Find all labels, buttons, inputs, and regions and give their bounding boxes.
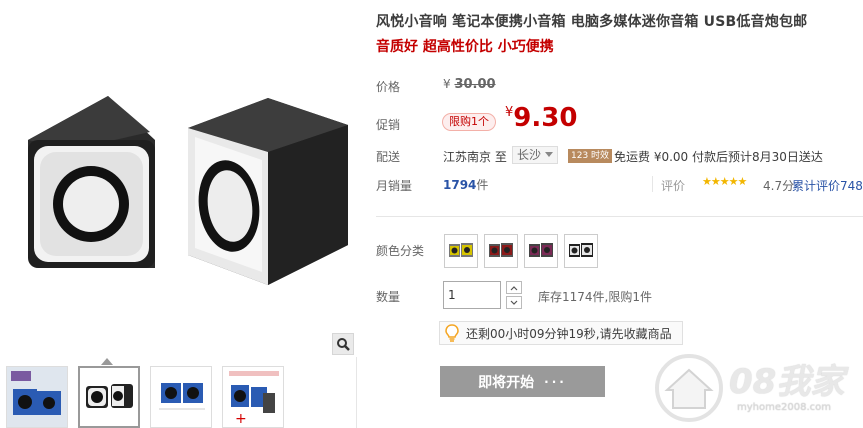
limit-tag-badge: 限购1个: [442, 113, 496, 131]
swatch-yellow-image: [449, 243, 473, 257]
promo-label: 促销: [376, 118, 401, 132]
svg-text:+: +: [235, 411, 247, 427]
lightbulb-icon: [444, 324, 460, 342]
favorite-notice: 还剩00小时09分钟19秒,请先收藏商品: [439, 321, 683, 345]
color-swatches: [444, 234, 598, 268]
ship-from-location: 江苏南京 至: [443, 150, 507, 164]
thumbnail-accessory-image: +: [223, 367, 283, 427]
favorite-notice-text: 还剩00小时09分钟19秒,请先收藏商品: [466, 326, 672, 341]
ship-to-value: 长沙: [517, 148, 542, 162]
original-price-value: 30.00: [454, 77, 496, 92]
quantity-label: 数量: [376, 290, 401, 304]
sales-unit: 件: [476, 178, 489, 192]
color-option-label: 颜色分类: [376, 244, 425, 258]
coming-soon-label: 即将开始: [478, 374, 535, 391]
swatch-red-image: [489, 243, 513, 257]
thumbnail-blue-speakers-image: [7, 367, 67, 427]
rating-stars-icon: ★★★★★: [702, 175, 747, 188]
coming-soon-button[interactable]: 即将开始 ···: [440, 366, 605, 397]
thumbnail-blue-dimension-image: [151, 367, 211, 427]
quantity-input[interactable]: [443, 281, 501, 309]
thumbnail-1[interactable]: [6, 366, 68, 428]
swatch-purple-image: [529, 243, 553, 257]
shipping-fee-text: 免运费 ¥0.00 付款后预计8月30日送达: [614, 150, 823, 164]
swatch-yellow[interactable]: [444, 234, 478, 268]
house-logo-icon: [655, 354, 723, 422]
thumbnail-3[interactable]: [150, 366, 212, 428]
chevron-up-icon: [510, 285, 518, 290]
swatch-black[interactable]: [564, 234, 598, 268]
divider: [652, 176, 653, 192]
product-subtitle: 音质好 超高性价比 小巧便携: [376, 39, 554, 55]
thumbnail-4[interactable]: +: [222, 366, 284, 428]
thumbnail-2[interactable]: [78, 366, 140, 428]
rating-score: 4.7分: [763, 179, 795, 193]
delivery-time-badge: 123 时效: [568, 149, 613, 163]
rating-label: 评价: [661, 179, 686, 193]
promo-price-value: 9.30: [513, 103, 578, 133]
quantity-decrease-button[interactable]: [506, 296, 522, 309]
main-product-image[interactable]: [0, 0, 357, 357]
reviews-link[interactable]: 累计评价748: [792, 177, 863, 194]
product-title: 风悦小音响 笔记本便携小音箱 电脑多媒体迷你音箱 USB低音炮包邮: [376, 14, 808, 30]
monthly-sales-label: 月销量: [376, 179, 413, 193]
chevron-down-icon: [510, 300, 518, 305]
speaker-pair-illustration: [28, 96, 348, 285]
original-price-currency: ¥: [443, 77, 451, 91]
price-label: 价格: [376, 80, 401, 94]
sales-number: 1794: [443, 178, 477, 192]
watermark-brand: 08我家: [729, 362, 845, 402]
quantity-stepper: [506, 281, 522, 309]
thumbnail-pointer: [101, 358, 113, 365]
original-price: ¥ 30.00: [443, 77, 496, 92]
section-divider: [376, 216, 863, 217]
thumbnail-strip: +: [0, 366, 357, 428]
thumbnail-black-speakers-image: [80, 368, 138, 426]
site-watermark: 08我家 myhome2008.com: [653, 350, 863, 428]
stock-info: 库存1174件,限购1件: [538, 290, 652, 304]
monthly-sales-count: 1794件: [443, 176, 488, 193]
magnifier-icon: [337, 338, 350, 351]
ship-to-dropdown[interactable]: 长沙: [512, 146, 559, 164]
shipping-label: 配送: [376, 150, 401, 164]
product-gallery: +: [0, 0, 357, 428]
coming-soon-dots: ···: [544, 374, 567, 389]
quantity-increase-button[interactable]: [506, 281, 522, 294]
swatch-purple[interactable]: [524, 234, 558, 268]
swatch-black-image: [569, 243, 593, 257]
promo-price: ¥9.30: [505, 103, 577, 133]
chevron-down-icon: [545, 152, 554, 157]
swatch-red[interactable]: [484, 234, 518, 268]
watermark-url: myhome2008.com: [737, 402, 831, 413]
zoom-button[interactable]: [332, 333, 354, 355]
